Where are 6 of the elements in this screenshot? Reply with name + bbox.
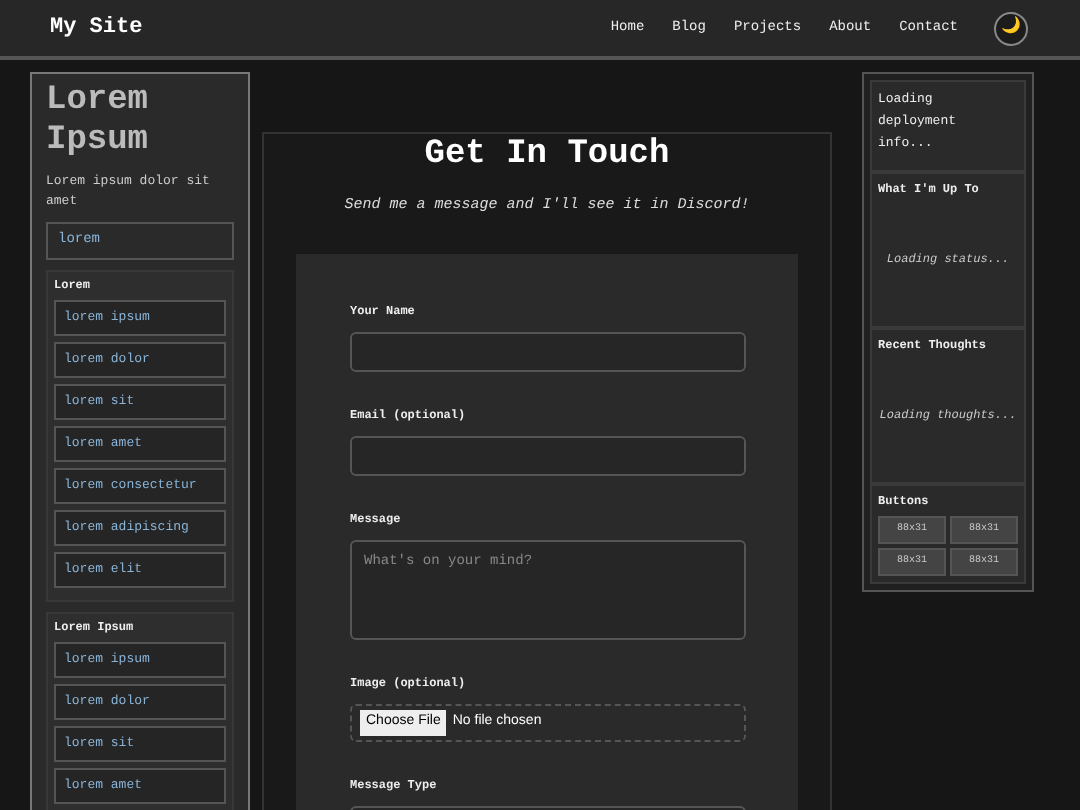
sidebar-title: Lorem Ipsum xyxy=(46,82,151,162)
text-field[interactable] xyxy=(350,331,746,372)
theme-toggle-button[interactable]: 🌙 xyxy=(994,11,1028,45)
page-title: Get In Touch xyxy=(422,134,672,178)
text-field[interactable] xyxy=(350,435,746,476)
site-title[interactable]: My Site xyxy=(50,11,143,45)
